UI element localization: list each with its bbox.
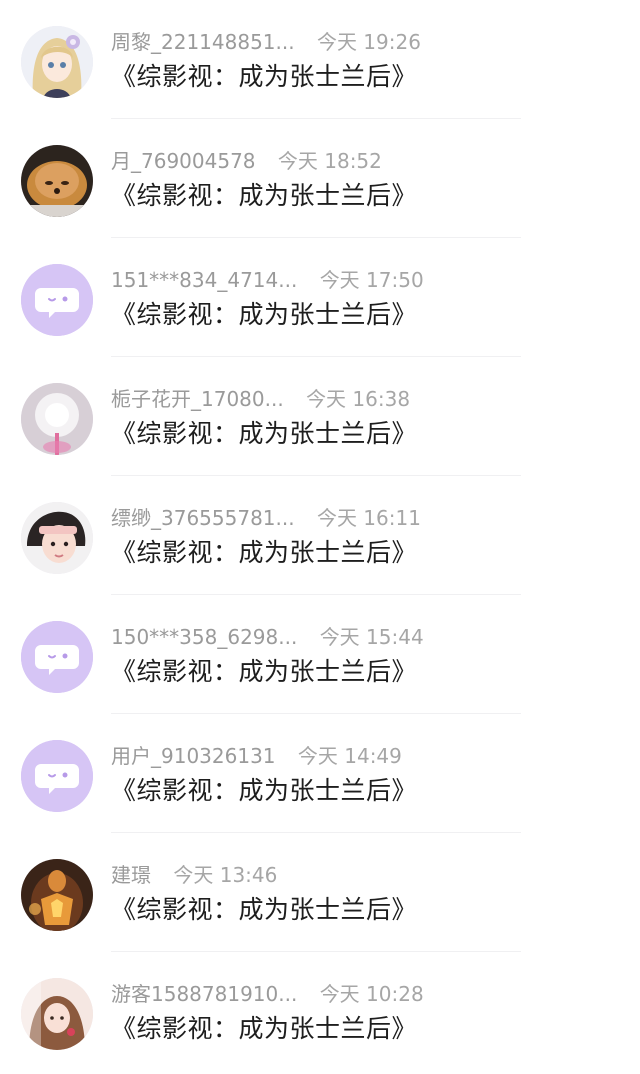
timestamp: 今天 14:49 [297, 744, 402, 768]
comment-text[interactable]: 《综影视：成为张士兰后》 [111, 655, 417, 689]
puppy-avatar[interactable] [21, 145, 93, 217]
timestamp: 今天 16:11 [316, 506, 421, 530]
timestamp: 今天 15:44 [319, 625, 424, 649]
comment-row[interactable]: 月_769004578 今天 18:52 《综影视：成为张士兰后》 [0, 119, 640, 238]
comment-feed: 周黎_221148851... 今天 19:26 《综影视：成为张士兰后》 月_… [0, 0, 640, 1074]
comment-text[interactable]: 《综影视：成为张士兰后》 [111, 179, 417, 213]
username[interactable]: 缥缈_376555781... [111, 504, 295, 532]
comment-row[interactable]: 游客1588781910... 今天 10:28 《综影视：成为张士兰后》 [0, 952, 640, 1071]
username[interactable]: 月_769004578 [111, 147, 256, 175]
username[interactable]: 周黎_221148851... [111, 28, 295, 56]
chat-bubble-icon [21, 264, 93, 336]
comment-text[interactable]: 《综影视：成为张士兰后》 [111, 536, 417, 570]
timestamp: 今天 18:52 [277, 149, 382, 173]
chat-bubble-icon [21, 740, 93, 812]
username[interactable]: 151***834_4714... [111, 266, 297, 294]
comment-text[interactable]: 《综影视：成为张士兰后》 [111, 774, 417, 808]
comment-text[interactable]: 《综影视：成为张士兰后》 [111, 893, 417, 927]
username[interactable]: 游客1588781910... [111, 980, 297, 1008]
comment-row[interactable]: 周黎_221148851... 今天 19:26 《综影视：成为张士兰后》 [0, 0, 640, 119]
timestamp: 今天 16:38 [306, 387, 411, 411]
child-photo-avatar[interactable] [21, 502, 93, 574]
timestamp: 今天 17:50 [319, 268, 424, 292]
comment-row[interactable]: 栀子花开_17080... 今天 16:38 《综影视：成为张士兰后》 [0, 357, 640, 476]
girl-portrait-avatar[interactable] [21, 978, 93, 1050]
comment-row[interactable]: 151***834_4714... 今天 17:50 《综影视：成为张士兰后》 [0, 238, 640, 357]
comment-text[interactable]: 《综影视：成为张士兰后》 [111, 60, 417, 94]
comment-row[interactable]: 缥缈_376555781... 今天 16:11 《综影视：成为张士兰后》 [0, 476, 640, 595]
comment-row[interactable]: 150***358_6298... 今天 15:44 《综影视：成为张士兰后》 [0, 595, 640, 714]
timestamp: 今天 10:28 [319, 982, 424, 1006]
timestamp: 今天 19:26 [316, 30, 421, 54]
comment-text[interactable]: 《综影视：成为张士兰后》 [111, 298, 417, 332]
username[interactable]: 栀子花开_17080... [111, 385, 284, 413]
chat-bubble-icon [21, 621, 93, 693]
comment-text[interactable]: 《综影视：成为张士兰后》 [111, 417, 417, 451]
username[interactable]: 建璟 [111, 861, 151, 889]
comment-row[interactable]: 用户_910326131 今天 14:49 《综影视：成为张士兰后》 [0, 714, 640, 833]
comment-row[interactable]: 建璟 今天 13:46 《综影视：成为张士兰后》 [0, 833, 640, 952]
comment-text[interactable]: 《综影视：成为张士兰后》 [111, 1012, 417, 1046]
username[interactable]: 用户_910326131 [111, 742, 276, 770]
timestamp: 今天 13:46 [173, 863, 278, 887]
dandelion-avatar[interactable] [21, 383, 93, 455]
default-chat-bubble-avatar[interactable] [21, 740, 93, 812]
username[interactable]: 150***358_6298... [111, 623, 297, 651]
anime-girl-avatar[interactable] [21, 26, 93, 98]
default-chat-bubble-avatar[interactable] [21, 621, 93, 693]
default-chat-bubble-avatar[interactable] [21, 264, 93, 336]
armored-hero-avatar[interactable] [21, 859, 93, 931]
